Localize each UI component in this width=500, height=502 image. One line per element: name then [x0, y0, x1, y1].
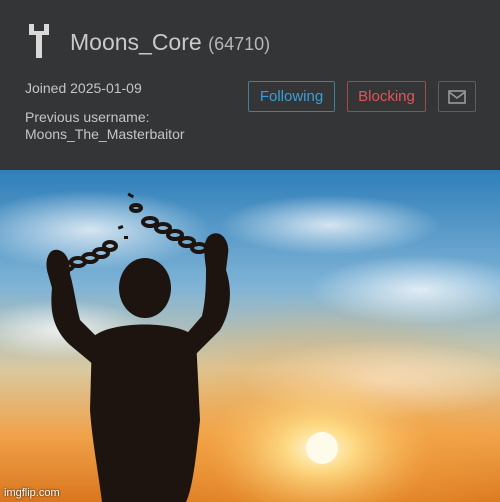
joined-date: Joined 2025-01-09	[25, 80, 142, 96]
previous-username: Moons_The_Masterbaitor	[25, 126, 185, 142]
broken-chains-photo	[0, 170, 500, 502]
blocking-button[interactable]: Blocking	[347, 81, 426, 112]
site-logo-icon	[29, 24, 49, 58]
username-text: Moons_Core	[70, 29, 202, 55]
points-count: (64710)	[208, 34, 271, 54]
meme-image: imgflip.com	[0, 170, 500, 502]
previous-username-label: Previous username:	[25, 109, 150, 125]
profile-header: Moons_Core (64710) Joined 2025-01-09 Pre…	[0, 0, 500, 170]
message-button[interactable]	[438, 81, 476, 112]
watermark-text: imgflip.com	[4, 487, 60, 499]
profile-username: Moons_Core (64710)	[70, 29, 270, 56]
following-button[interactable]: Following	[248, 81, 335, 112]
mail-icon	[448, 89, 466, 104]
